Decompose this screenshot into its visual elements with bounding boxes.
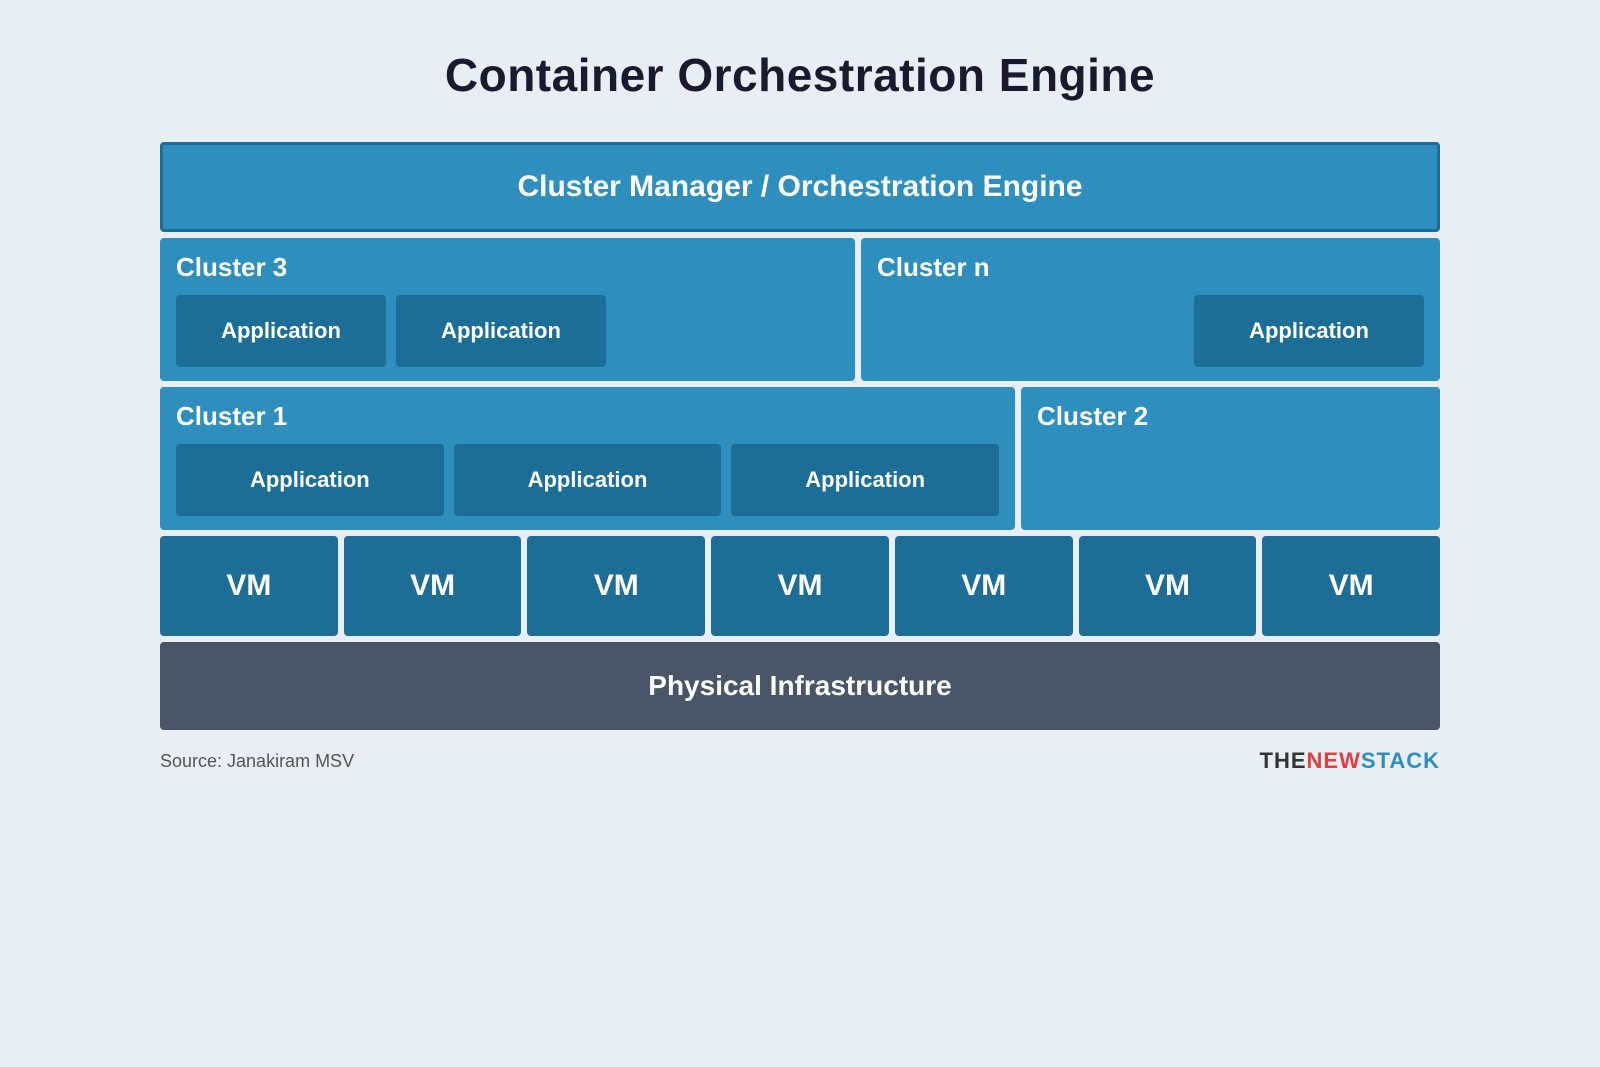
cluster-n-app-1-label: Application — [1249, 318, 1369, 344]
cluster-n-app-1: Application — [1194, 295, 1424, 367]
cluster-row-mid: Cluster 1 Application Application Applic… — [160, 387, 1440, 530]
footer: Source: Janakiram MSV THENEWSTACK — [160, 748, 1440, 774]
vm-4: VM — [711, 536, 889, 636]
vm-1-label: VM — [226, 569, 271, 603]
brand-the: THE — [1260, 748, 1307, 773]
cluster-3-app-1: Application — [176, 295, 386, 367]
cluster-1-app-2-label: Application — [528, 467, 648, 493]
vm-7-label: VM — [1329, 569, 1374, 603]
vm-3: VM — [527, 536, 705, 636]
vm-6: VM — [1079, 536, 1257, 636]
cluster-3-app-2: Application — [396, 295, 606, 367]
cluster-1-apps-row: Application Application Application — [176, 444, 999, 516]
cluster-n-label: Cluster n — [877, 252, 1424, 283]
diagram-wrapper: Cluster Manager / Orchestration Engine C… — [160, 142, 1440, 730]
cluster-2-box: Cluster 2 — [1021, 387, 1440, 530]
cluster-3-box: Cluster 3 Application Application — [160, 238, 855, 381]
cluster-3-app-1-label: Application — [221, 318, 341, 344]
brand-new: NEW — [1307, 748, 1361, 773]
cluster-1-app-3-label: Application — [805, 467, 925, 493]
cluster-1-app-1: Application — [176, 444, 444, 516]
cluster-manager-box: Cluster Manager / Orchestration Engine — [160, 142, 1440, 232]
cluster-1-app-3: Application — [731, 444, 999, 516]
vm-1: VM — [160, 536, 338, 636]
physical-infra-box: Physical Infrastructure — [160, 642, 1440, 730]
cluster-3-label: Cluster 3 — [176, 252, 839, 283]
cluster-2-label: Cluster 2 — [1037, 401, 1424, 432]
vm-3-label: VM — [594, 569, 639, 603]
brand-logo: THENEWSTACK — [1260, 748, 1440, 774]
source-text: Source: Janakiram MSV — [160, 751, 354, 772]
vm-7: VM — [1262, 536, 1440, 636]
cluster-3-app-2-label: Application — [441, 318, 561, 344]
vm-4-label: VM — [778, 569, 823, 603]
cluster-row-top: Cluster 3 Application Application Cluste… — [160, 238, 1440, 381]
cluster-1-label: Cluster 1 — [176, 401, 999, 432]
cluster-n-box: Cluster n Application — [861, 238, 1440, 381]
vm-5-label: VM — [961, 569, 1006, 603]
vm-row: VM VM VM VM VM VM VM — [160, 536, 1440, 636]
cluster-1-app-2: Application — [454, 444, 722, 516]
vm-2-label: VM — [410, 569, 455, 603]
brand-stack: STACK — [1361, 748, 1440, 773]
cluster-1-box: Cluster 1 Application Application Applic… — [160, 387, 1015, 530]
vm-2: VM — [344, 536, 522, 636]
cluster-manager-label: Cluster Manager / Orchestration Engine — [517, 170, 1082, 204]
vm-6-label: VM — [1145, 569, 1190, 603]
cluster-1-app-1-label: Application — [250, 467, 370, 493]
cluster-3-apps-row: Application Application — [176, 295, 839, 367]
vm-5: VM — [895, 536, 1073, 636]
cluster-n-apps-row: Application — [877, 295, 1424, 367]
page-title: Container Orchestration Engine — [445, 48, 1155, 102]
physical-infra-label: Physical Infrastructure — [648, 670, 951, 702]
